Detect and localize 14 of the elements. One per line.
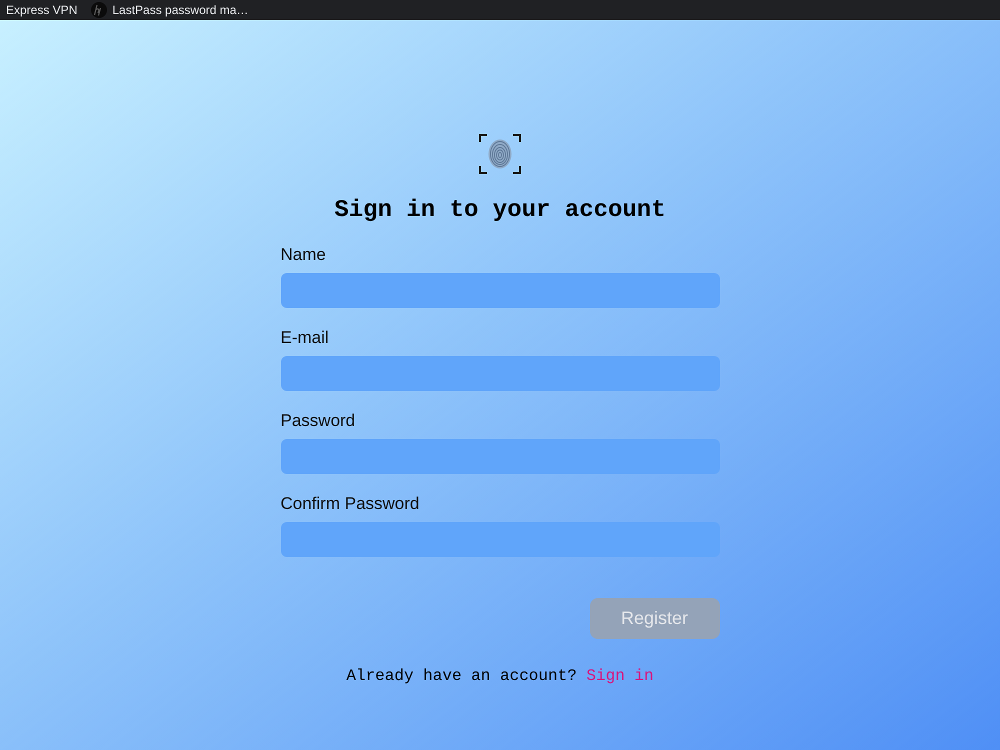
input-field[interactable] xyxy=(280,273,720,308)
input-field[interactable] xyxy=(280,356,720,391)
fingerprint-icon xyxy=(479,133,521,175)
favicon-icon xyxy=(91,2,108,18)
sign-in-prompt: Already have an account? Sign in xyxy=(346,666,654,686)
field-label: E-mail xyxy=(280,328,330,348)
bookmark-link[interactable]: LastPass password ma… xyxy=(91,2,248,18)
page-title: Sign in to your account xyxy=(334,196,666,226)
field-label: Confirm Password xyxy=(280,494,420,514)
field-label: Name xyxy=(280,245,327,265)
field-label: Password xyxy=(280,411,356,431)
bookmark-link[interactable]: Express VPN xyxy=(6,3,78,17)
input-field[interactable] xyxy=(280,522,720,557)
input-field[interactable] xyxy=(280,439,720,474)
